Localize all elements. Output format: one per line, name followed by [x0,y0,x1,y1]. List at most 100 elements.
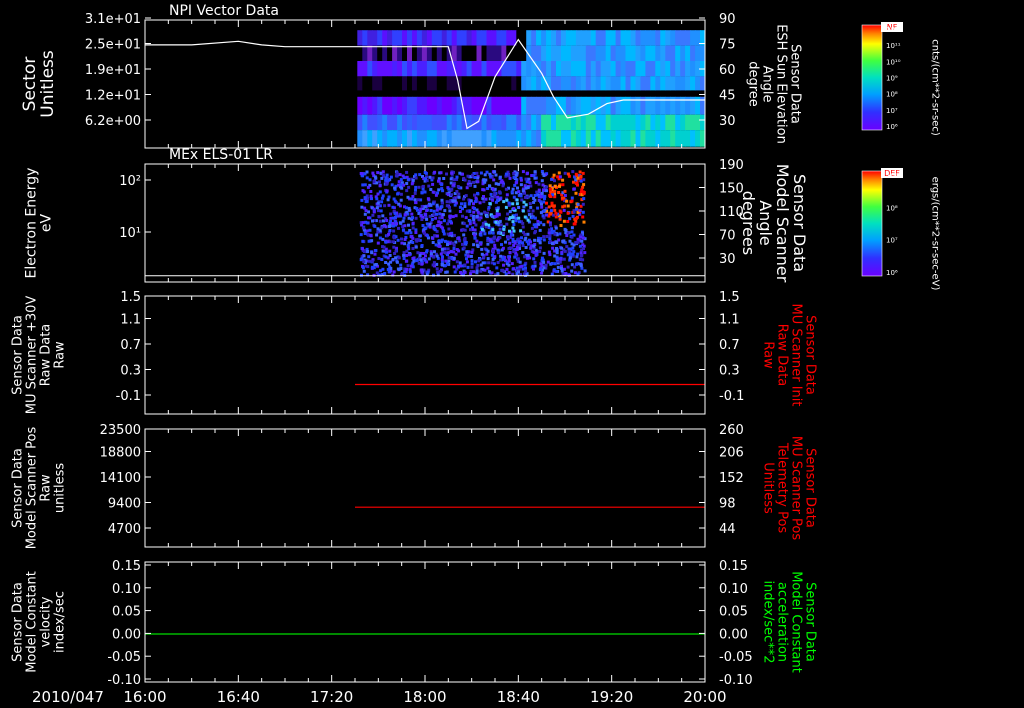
heatmap-cell [600,30,607,46]
heatmap-cell [695,76,701,91]
heatmap-pixel [564,229,568,232]
panel-frame [144,295,706,415]
heatmap-cell [590,114,597,131]
heatmap-pixel [369,234,373,238]
heatmap-pixel [572,187,576,191]
heatmap-pixel [513,255,517,259]
heatmap-pixel [396,238,400,242]
heatmap-pixel [545,201,548,205]
heatmap-pixel [532,196,536,200]
heatmap-pixel [504,240,507,244]
heatmap-cell [680,76,686,91]
left-axis-label-line: Model Constant [25,571,40,673]
heatmap-pixel [583,269,587,273]
heatmap-cell [551,61,557,77]
heatmap-pixel [566,172,570,176]
heatmap-pixel [406,264,410,268]
heatmap-cell [575,61,582,77]
heatmap-pixel [441,226,445,230]
heatmap-pixel [440,183,444,187]
heatmap-pixel [407,185,411,189]
heatmap-pixel [409,235,413,238]
heatmap-pixel [380,258,384,261]
heatmap-pixel [384,255,388,259]
heatmap-pixel [529,240,532,244]
heatmap-cell [546,45,552,61]
heatmap-cell [446,114,453,131]
right-tick-label: 260 [719,423,744,438]
heatmap-pixel [461,214,464,218]
heatmap-cell [496,114,502,131]
heatmap-cell [451,96,458,115]
heatmap-cell [421,76,428,91]
heatmap-cell [541,96,547,115]
heatmap-cell [670,30,676,46]
heatmap-pixel [428,203,432,207]
heatmap-pixel [453,270,457,274]
heatmap-pixel [572,222,576,226]
heatmap-pixel [368,178,372,182]
heatmap-pixel [416,238,420,242]
left-tick-label: 1.1 [120,313,141,328]
heatmap-pixel [467,179,471,183]
heatmap-cell [506,76,512,91]
heatmap-pixel [555,258,559,262]
heatmap-cell [416,114,423,131]
heatmap-pixel [580,266,584,270]
heatmap-pixel [580,248,584,252]
heatmap-pixel [553,208,557,212]
heatmap-cell [580,130,587,147]
heatmap-pixel [582,197,586,201]
heatmap-pixel [576,176,580,180]
heatmap-pixel [421,224,425,227]
heatmap-cell [635,76,641,91]
heatmap-cell [466,96,473,115]
heatmap-pixel [493,243,497,247]
heatmap-pixel [417,185,421,189]
heatmap-cell [690,76,696,91]
heatmap-pixel [398,214,402,218]
heatmap-cell [685,45,691,61]
heatmap-cell [531,30,537,46]
heatmap-pixel [424,171,428,175]
heatmap-pixel [392,229,396,233]
heatmap-pixel [472,210,476,214]
heatmap-pixel [576,272,580,276]
heatmap-pixel [450,193,453,197]
heatmap-pixel [550,177,554,181]
heatmap-pixel [431,263,435,267]
heatmap-pixel [381,214,385,218]
heatmap-cell [476,130,482,147]
heatmap-pixel [389,260,393,264]
right-axis-label-line: MU Scanner Pos [788,436,803,541]
heatmap-pixel [559,224,563,227]
panel-title: MEx ELS-01 LR [169,147,273,163]
right-tick-label: 44 [719,522,736,537]
left-axis-label: Sensor Data Model Scanner Pos Raw unitless [11,426,68,549]
heatmap-pixel [452,250,456,254]
heatmap-pixel [583,251,587,255]
heatmap-pixel [395,171,399,175]
heatmap-pixel [527,209,531,213]
heatmap-cell [466,45,473,61]
heatmap-pixel [482,255,486,259]
heatmap-cell [516,45,522,61]
colorbar-tick-label: 10¹¹ [886,42,901,50]
heatmap-pixel [581,215,585,219]
heatmap-pixel [489,174,492,178]
heatmap-pixel [377,257,381,260]
heatmap-pixel [550,272,554,276]
heatmap-cell [541,30,547,46]
heatmap-cell [382,76,388,91]
heatmap-pixel [560,196,564,200]
right-axis-label-line: Model Constant [788,571,803,673]
heatmap-pixel [407,253,411,257]
heatmap-pixel [431,241,435,244]
heatmap-pixel [574,216,578,220]
heatmap-cell [416,76,423,91]
heatmap-pixel [533,238,537,242]
heatmap-cell [680,45,686,61]
heatmap-pixel [426,197,430,201]
heatmap-cell [441,130,448,147]
heatmap-cell [610,45,617,61]
